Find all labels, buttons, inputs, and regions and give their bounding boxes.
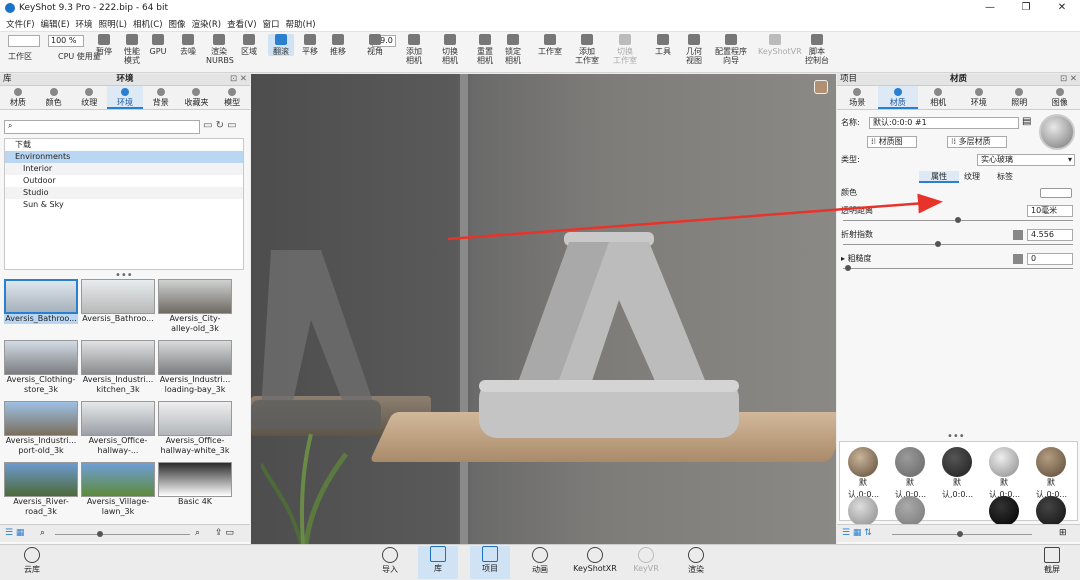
animation-button[interactable]: 动画 bbox=[520, 547, 560, 575]
screenshot-label: 截屏 bbox=[1044, 565, 1060, 574]
library-label: 库 bbox=[434, 564, 442, 573]
screenshot-icon bbox=[1044, 547, 1060, 563]
render-button[interactable]: 渲染 bbox=[676, 547, 716, 575]
project-icon bbox=[482, 546, 498, 562]
annotation-arrow bbox=[447, 193, 943, 241]
keyvr-icon bbox=[638, 547, 654, 563]
project-label: 项目 bbox=[482, 564, 498, 573]
keyvr-label: KeyVR bbox=[633, 564, 659, 573]
import-label: 导入 bbox=[382, 565, 398, 574]
animation-label: 动画 bbox=[532, 565, 548, 574]
project-button[interactable]: 项目 bbox=[470, 546, 510, 579]
render-label: 渲染 bbox=[688, 565, 704, 574]
cloud-library-button[interactable]: 云库 bbox=[12, 547, 52, 575]
animation-icon bbox=[532, 547, 548, 563]
library-icon bbox=[430, 546, 446, 562]
screenshot-button[interactable]: 截屏 bbox=[1032, 547, 1072, 575]
cloud-library-label: 云库 bbox=[24, 565, 40, 574]
cloud-icon bbox=[24, 547, 40, 563]
keyshotxr-icon bbox=[587, 547, 603, 563]
import-icon bbox=[382, 547, 398, 563]
library-button[interactable]: 库 bbox=[418, 546, 458, 579]
keyshotxr-button[interactable]: KeyShotXR bbox=[572, 547, 618, 573]
render-icon bbox=[688, 547, 704, 563]
import-button[interactable]: 导入 bbox=[370, 547, 410, 575]
bottom-bar: 云库 导入 库 项目 动画 KeyShotXR KeyVR 渲染 截屏 bbox=[0, 544, 1080, 580]
keyvr-button[interactable]: KeyVR bbox=[626, 547, 666, 573]
red-arrow-line bbox=[447, 193, 943, 241]
keyshotxr-label: KeyShotXR bbox=[573, 564, 617, 573]
